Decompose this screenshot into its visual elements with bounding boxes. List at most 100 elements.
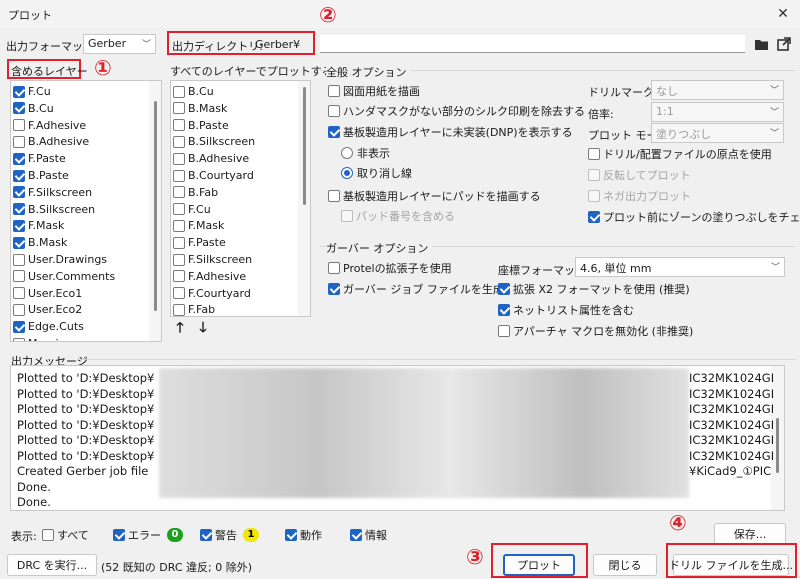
filter-infos-option[interactable]: 情報 — [350, 527, 387, 543]
no-silk-mask-option[interactable]: ハンダマスクがない部分のシルク印刷を除去する — [328, 103, 585, 119]
no-silk-mask-checkbox[interactable] — [328, 105, 340, 117]
aperture-checkbox[interactable] — [498, 325, 510, 337]
all-layers-list[interactable]: B.Cu B.Mask B.Paste B.Silkscreen B.Adhesive B… — [170, 80, 311, 317]
layer-item[interactable]: F.Mask — [173, 217, 224, 234]
layer-checkbox[interactable] — [173, 287, 185, 300]
filter-actions-checkbox[interactable] — [285, 529, 297, 541]
generate-drill-button[interactable]: ドリル ファイルを生成... — [669, 554, 793, 576]
filter-errors-checkbox[interactable] — [113, 529, 125, 541]
layer-checkbox[interactable] — [13, 337, 25, 341]
negative-checkbox[interactable] — [588, 190, 600, 202]
filter-errors-option[interactable]: エラー 0 — [113, 527, 183, 543]
zone-fill-check-checkbox[interactable] — [588, 211, 600, 223]
layer-item[interactable]: F.Adhesive — [173, 268, 246, 285]
layer-item[interactable]: B.Paste — [173, 117, 229, 134]
save-button[interactable]: 保存... — [714, 523, 786, 545]
layer-item[interactable]: User.Eco1 — [13, 285, 82, 302]
layer-checkbox[interactable] — [173, 85, 185, 98]
layer-checkbox[interactable] — [173, 253, 185, 266]
netlist-checkbox[interactable] — [498, 304, 510, 316]
netlist-option[interactable]: ネットリスト属性を含む — [498, 302, 634, 318]
layer-checkbox[interactable] — [13, 253, 25, 266]
pad-numbers-checkbox[interactable] — [341, 210, 353, 222]
layer-checkbox[interactable] — [13, 236, 25, 249]
list-scrollbar[interactable] — [149, 81, 161, 341]
layer-item[interactable]: F.Mask — [13, 217, 64, 234]
move-up-button[interactable]: 🡑 — [171, 320, 189, 338]
layer-item[interactable]: B.Paste — [13, 167, 69, 184]
protel-option[interactable]: Protelの拡張子を使用 — [328, 260, 452, 276]
layer-checkbox[interactable] — [173, 219, 185, 232]
layer-checkbox[interactable] — [13, 203, 25, 216]
layer-item[interactable]: F.Cu — [13, 83, 51, 100]
messages-scroll-thumb[interactable] — [776, 418, 779, 473]
dnp-hide-option[interactable]: 非表示 — [341, 145, 390, 161]
messages-box[interactable]: Plotted to 'D:¥Desktop¥ IC32MK1024GI Plott… — [10, 365, 785, 511]
layer-item[interactable]: B.Cu — [13, 100, 54, 117]
job-file-checkbox[interactable] — [328, 283, 340, 295]
job-file-option[interactable]: ガーバー ジョブ ファイルを生成 — [328, 281, 504, 297]
x2-checkbox[interactable] — [498, 283, 510, 295]
open-external-icon[interactable] — [775, 35, 793, 53]
scale-select[interactable]: 1:1 ﹀ — [651, 102, 784, 122]
layer-checkbox[interactable] — [13, 320, 25, 333]
layer-item[interactable]: User.Drawings — [13, 251, 107, 268]
layer-item[interactable]: B.Adhesive — [173, 150, 249, 167]
pad-numbers-option[interactable]: パッド番号を含める — [341, 208, 455, 224]
layer-checkbox[interactable] — [173, 135, 185, 148]
pads-fab-option[interactable]: 基板製造用レイヤーにパッドを描画する — [328, 188, 541, 204]
aux-origin-checkbox[interactable] — [588, 148, 600, 160]
layer-checkbox[interactable] — [13, 102, 25, 115]
folder-icon[interactable] — [752, 35, 770, 53]
layer-item[interactable]: Edge.Cuts — [13, 318, 84, 335]
layer-checkbox[interactable] — [13, 219, 25, 232]
layer-checkbox[interactable] — [13, 303, 25, 316]
layer-item[interactable]: F.Silkscreen — [13, 184, 92, 201]
coord-format-select[interactable]: 4.6, 単位 mm ﹀ — [575, 257, 785, 277]
layer-checkbox[interactable] — [13, 270, 25, 283]
close-button[interactable]: 閉じる — [593, 554, 657, 576]
protel-checkbox[interactable] — [328, 262, 340, 274]
layer-item[interactable]: B.Mask — [173, 100, 227, 117]
layer-item[interactable]: B.Mask — [13, 234, 67, 251]
list-scrollbar[interactable] — [298, 81, 310, 316]
layer-item[interactable]: B.Silkscreen — [173, 133, 255, 150]
layer-item[interactable]: Margin — [13, 335, 66, 341]
layer-checkbox[interactable] — [173, 203, 185, 216]
layer-checkbox[interactable] — [13, 119, 25, 132]
x2-option[interactable]: 拡張 X2 フォーマットを使用 (推奨) — [498, 281, 690, 297]
filter-all-checkbox[interactable] — [42, 529, 54, 541]
negative-option[interactable]: ネガ出力プロット — [588, 188, 691, 204]
layer-checkbox[interactable] — [13, 135, 25, 148]
dnp-hide-radio[interactable] — [341, 147, 353, 159]
layer-checkbox[interactable] — [13, 186, 25, 199]
drill-marks-select[interactable]: なし ﹀ — [651, 80, 784, 100]
layer-item[interactable]: B.Courtyard — [173, 167, 254, 184]
output-dir-input-bg[interactable] — [320, 35, 745, 53]
layer-checkbox[interactable] — [13, 169, 25, 182]
dnp-checkbox[interactable] — [328, 126, 340, 138]
output-dir-input[interactable]: Gerber¥ — [255, 38, 300, 51]
run-drc-button[interactable]: DRC を実行... — [7, 554, 97, 576]
layer-item[interactable]: User.Comments — [13, 268, 115, 285]
plot-frame-checkbox[interactable] — [328, 85, 340, 97]
layer-checkbox[interactable] — [173, 186, 185, 199]
mirror-checkbox[interactable] — [588, 169, 600, 181]
layer-checkbox[interactable] — [173, 119, 185, 132]
plot-button[interactable]: プロット — [503, 554, 575, 576]
filter-warnings-checkbox[interactable] — [200, 529, 212, 541]
layer-item[interactable]: F.Paste — [13, 150, 66, 167]
layer-item[interactable]: B.Cu — [173, 83, 214, 100]
included-layers-list[interactable]: F.Cu B.Cu F.Adhesive B.Adhesive F.Paste B.Pas… — [10, 80, 162, 342]
pads-fab-checkbox[interactable] — [328, 190, 340, 202]
output-format-select[interactable]: Gerber ﹀ — [83, 34, 156, 54]
layer-item[interactable]: F.Adhesive — [13, 117, 86, 134]
list-scroll-thumb[interactable] — [154, 101, 157, 311]
filter-warnings-option[interactable]: 警告 1 — [200, 527, 259, 543]
layer-checkbox[interactable] — [173, 303, 185, 316]
layer-checkbox[interactable] — [13, 287, 25, 300]
layer-checkbox[interactable] — [173, 152, 185, 165]
layer-item[interactable]: B.Fab — [173, 184, 218, 201]
layer-item[interactable]: B.Silkscreen — [13, 201, 95, 218]
layer-checkbox[interactable] — [173, 270, 185, 283]
